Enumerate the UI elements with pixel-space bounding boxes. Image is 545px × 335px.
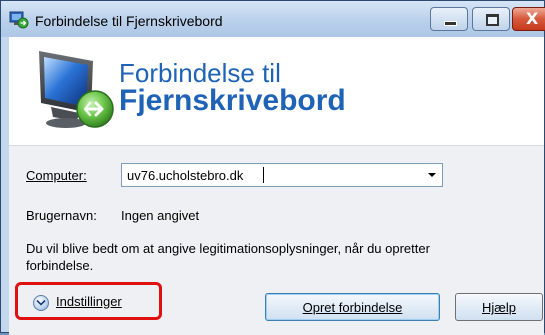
remote-monitor-icon [39,51,114,128]
banner-title-line2: Fjernskrivebord [119,84,346,117]
maximize-icon [486,14,499,26]
options-toggle[interactable]: Indstillinger [15,282,162,320]
maximize-button[interactable] [472,7,510,31]
connection-form: Computer: uv76.ucholstebro.dk Brugernavn… [9,145,544,335]
title-bar[interactable]: Forbindelse til Fjernskrivebord X [1,1,545,37]
window-title: Forbindelse til Fjernskrivebord [35,13,223,29]
remote-desktop-window: Forbindelse til Fjernskrivebord X Forbin… [0,0,545,335]
connect-button[interactable]: Opret forbindelse [265,293,440,321]
options-label[interactable]: Indstillinger [56,294,122,309]
header-banner: Forbindelse til Fjernskrivebord [9,37,544,145]
close-button[interactable]: X [512,7,545,31]
computer-input-value[interactable]: uv76.ucholstebro.dk [127,168,243,183]
minimize-icon [444,21,457,26]
computer-combobox[interactable]: uv76.ucholstebro.dk [121,163,443,187]
minimize-button[interactable] [430,7,468,31]
username-value: Ingen angivet [121,208,200,223]
credentials-notice: Du vil blive bedt om at angive legitimat… [26,241,430,273]
dropdown-arrow-icon[interactable] [422,164,442,186]
close-icon: X [526,9,539,28]
username-label: Brugernavn: [26,208,97,223]
computer-label: Computer: [26,168,87,183]
remote-desktop-app-icon [9,11,29,29]
help-button-label: Hjælp [482,300,516,315]
text-caret [263,167,264,183]
expand-chevron-icon[interactable] [33,295,49,311]
help-button[interactable]: Hjælp [455,293,543,321]
connect-button-label: Opret forbindelse [302,300,403,315]
dialog-client-area: Forbindelse til Fjernskrivebord Computer… [9,37,544,335]
